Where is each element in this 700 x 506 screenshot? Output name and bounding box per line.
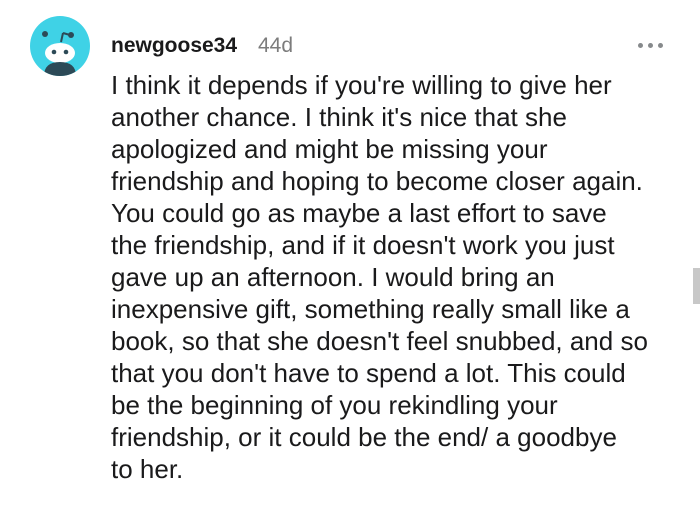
more-horizontal-icon (658, 43, 663, 48)
comment-body-line: another chance. I think it's nice that s… (111, 102, 567, 132)
comment-timestamp[interactable]: 44d (258, 33, 293, 59)
more-options-button[interactable] (636, 36, 668, 56)
comment-body-line: book, so that she doesn't feel snubbed, … (111, 326, 648, 356)
comment-body-line: friendship and hoping to become closer a… (111, 166, 643, 196)
comment-body-line: be the beginning of you rekindling your (111, 390, 558, 420)
comment-body-line: that you don't have to spend a lot. This… (111, 358, 626, 388)
comment: newgoose34 44d I think it depends if you… (0, 0, 700, 506)
scrollbar-thumb[interactable] (693, 268, 700, 304)
comment-body-line: gave up an afternoon. I would bring an (111, 262, 555, 292)
comment-body-line: You could go as maybe a last effort to s… (111, 198, 607, 228)
comment-body-line: to her. (111, 454, 184, 484)
user-avatar[interactable] (30, 16, 90, 76)
comment-body-line: friendship, or it could be the end/ a go… (111, 422, 617, 452)
comment-body-line: I think it depends if you're willing to … (111, 70, 612, 100)
more-horizontal-icon (648, 43, 653, 48)
comment-body-line: apologized and might be missing your (111, 134, 548, 164)
comment-body-line: inexpensive gift, something really small… (111, 294, 630, 324)
comment-body: I think it depends if you're willing to … (111, 69, 671, 485)
more-horizontal-icon (638, 43, 643, 48)
snoo-avatar-icon (42, 31, 76, 76)
comment-body-line: the friendship, and if it doesn't work y… (111, 230, 615, 260)
comment-author[interactable]: newgoose34 (111, 33, 237, 59)
